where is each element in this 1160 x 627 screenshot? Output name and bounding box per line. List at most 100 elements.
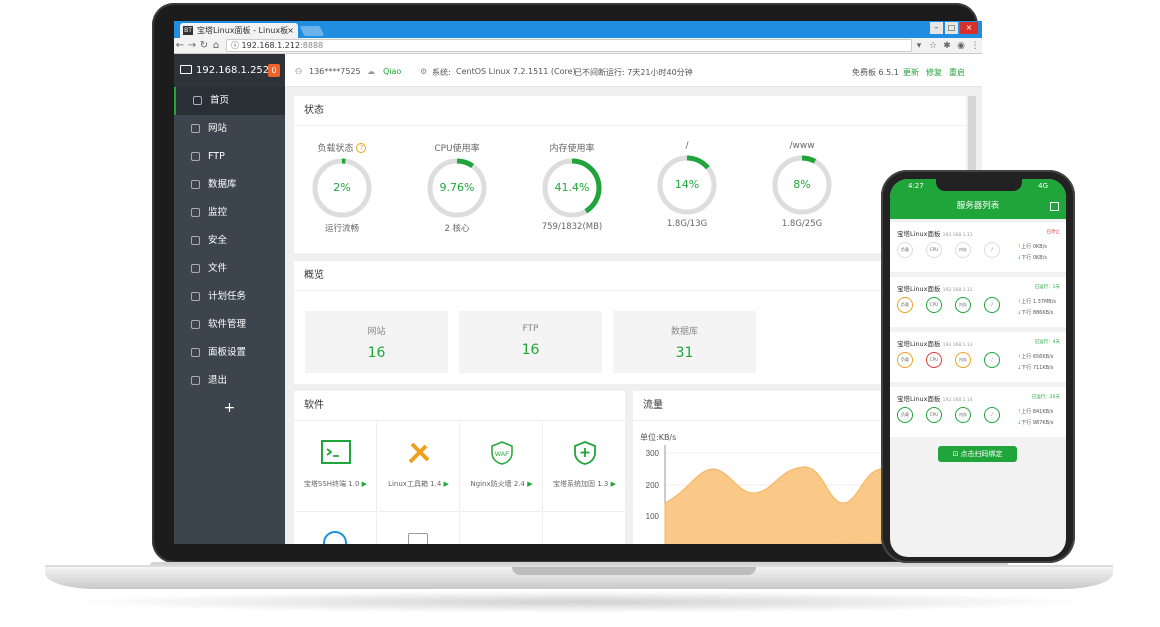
overview-item-1[interactable]: FTP 16 [459,311,602,373]
url-input[interactable]: ⓘ 192.168.1.212:8888 [226,39,912,52]
system-gear-icon: ⚙ [420,67,428,76]
gauge-value: 2% [333,181,351,194]
up-label: 上行 [1021,354,1032,360]
logout-icon [191,376,200,385]
down-label: 下行 [1021,310,1032,316]
software-tile-5[interactable] [378,513,460,544]
software-name: Nginx防火墙 2.4 [470,480,525,488]
down-speed: 987KB/s [1032,420,1054,426]
server-card-0[interactable]: 宝塔Linux面板 192.168.1.11 已停止 负载 CPU 内存 / ↑上行 … [890,222,1066,272]
close-window-icon[interactable]: × [960,22,978,34]
server-ip: 192.168.1.11 [942,233,973,238]
sidebar-item-1[interactable]: 网站 [174,115,285,143]
server-card-2[interactable]: 宝塔Linux面板 192.168.1.13 已运行：4天 负载 CPU 内存 / ↑… [890,332,1066,382]
browser-tab[interactable]: BT 宝塔Linux面板 - Linux板 × [180,23,298,38]
gauge-2: 内存使用率 41.4% 759/1832(MB) [532,141,612,232]
restart-link[interactable]: 重启 [949,67,965,78]
close-tab-icon[interactable]: × [287,23,294,38]
metric-ring: / [984,407,1000,423]
sidebar-item-2[interactable]: FTP [174,143,285,171]
overview-item-2[interactable]: 数据库 31 [613,311,756,373]
software-tile-4[interactable] [295,513,377,544]
server-ip: 192.168.1.14 [942,398,973,403]
play-icon: ▶ [443,480,449,488]
repair-link[interactable]: 修复 [926,67,942,78]
metric-label: 内存 [959,247,967,252]
software-name: Linux工具箱 1.4 [388,480,442,488]
metric-ring: 负载 [897,242,913,258]
sidebar-item-4[interactable]: 监控 [174,199,285,227]
sidebar-item-label: 计划任务 [208,291,247,302]
menu-icon[interactable]: ⋮ [968,41,982,51]
scan-icon[interactable] [1050,202,1059,211]
extension-icon[interactable]: ✱ [940,41,954,51]
software-card: 软件 宝塔SSH终端 1.0 ▶ Linux工具箱 1.4 ▶ WAF Nginx防火… [294,391,626,544]
sidebar-item-label: 监控 [208,207,228,218]
sidebar-item-8[interactable]: 软件管理 [174,311,285,339]
user-phone[interactable]: 136****7525 [309,67,361,76]
phone-notch [936,179,1022,191]
gauge-label: 内存使用率 [549,144,595,154]
sidebar-item-6[interactable]: 文件 [174,255,285,283]
profile-icon[interactable]: ◉ [954,41,968,51]
sidebar-item-10[interactable]: 退出 [174,367,285,395]
sidebar-item-0[interactable]: 首页 [174,87,285,115]
forward-icon[interactable]: → [186,40,198,51]
home-icon [193,96,202,105]
sidebar-item-5[interactable]: 安全 [174,227,285,255]
overview-count: 16 [367,345,386,361]
software-tile-2[interactable]: WAF Nginx防火墙 2.4 ▶ [461,422,543,512]
help-icon[interactable]: ? [356,143,367,153]
server-card-1[interactable]: 宝塔Linux面板 192.168.1.12 已运行：1天 负载 CPU 内存 / ↑… [890,277,1066,327]
software-tile-0[interactable]: 宝塔SSH终端 1.0 ▶ [295,422,377,512]
gauge-sub: 759/1832(MB) [541,222,603,232]
sidebar-item-3[interactable]: 数据库 [174,171,285,199]
sidebar-item-9[interactable]: 面板设置 [174,339,285,367]
bind-button[interactable]: ⊡ 点击扫码绑定 [938,446,1017,462]
sidebar-item-label: FTP [208,151,225,162]
gauge-value: 8% [793,178,811,191]
metric-label: CPU [929,357,939,362]
phone-signal: 4G [1038,182,1048,190]
calendar-icon [191,292,200,301]
reload-icon[interactable]: ↻ [198,40,210,51]
server-name: 宝塔Linux面板 [897,340,941,348]
maximize-icon[interactable]: □ [945,22,958,34]
server-ip: 192.168.1.12 [942,288,973,293]
back-icon[interactable]: ← [174,40,186,51]
filter-icon[interactable]: ▾ [912,41,926,51]
status-title: 状态 [294,96,966,126]
gauge-value: 9.76% [439,181,475,194]
minimize-icon[interactable]: – [930,22,943,34]
gauge-label: /www [789,141,815,151]
software-tile-7[interactable] [544,513,626,544]
gauge-ring: 8% [772,155,832,215]
overview-title: 概览 [294,261,966,291]
star-icon[interactable]: ☆ [926,41,940,51]
sidebar-item-7[interactable]: 计划任务 [174,283,285,311]
gauge-sub: 1.8G/25G [781,219,823,229]
play-icon: ▶ [527,480,533,488]
update-link[interactable]: 更新 [903,67,919,78]
gauge-0: 负载状态 ? 2% 运行流畅 [302,141,382,234]
new-tab-button[interactable] [299,26,325,36]
server-card-3[interactable]: 宝塔Linux面板 192.168.1.14 已运行：20天 负载 CPU 内存 / … [890,387,1066,437]
server-monitor-icon [180,65,192,74]
add-button[interactable]: + [174,395,285,423]
sidebar-item-label: 数据库 [208,179,237,190]
overview-item-0[interactable]: 网站 16 [305,311,448,373]
metric-ring: 内存 [955,407,971,423]
message-badge[interactable]: 0 [268,64,280,77]
laptop-notch [512,567,756,575]
sidebar-item-label: 退出 [208,375,228,386]
account-name[interactable]: Qiao [383,67,401,76]
metric-label: / [991,302,993,307]
software-tile-1[interactable]: Linux工具箱 1.4 ▶ [378,422,460,512]
overview-count: 31 [675,345,694,361]
software-tile-6[interactable] [461,513,543,544]
home-nav-icon[interactable]: ⌂ [210,40,222,51]
sidebar-item-label: 首页 [210,95,230,106]
waf-icon: WAF [461,440,542,470]
gauge-label: / [685,141,689,151]
software-tile-3[interactable]: 宝塔系统加固 1.3 ▶ [544,422,626,512]
